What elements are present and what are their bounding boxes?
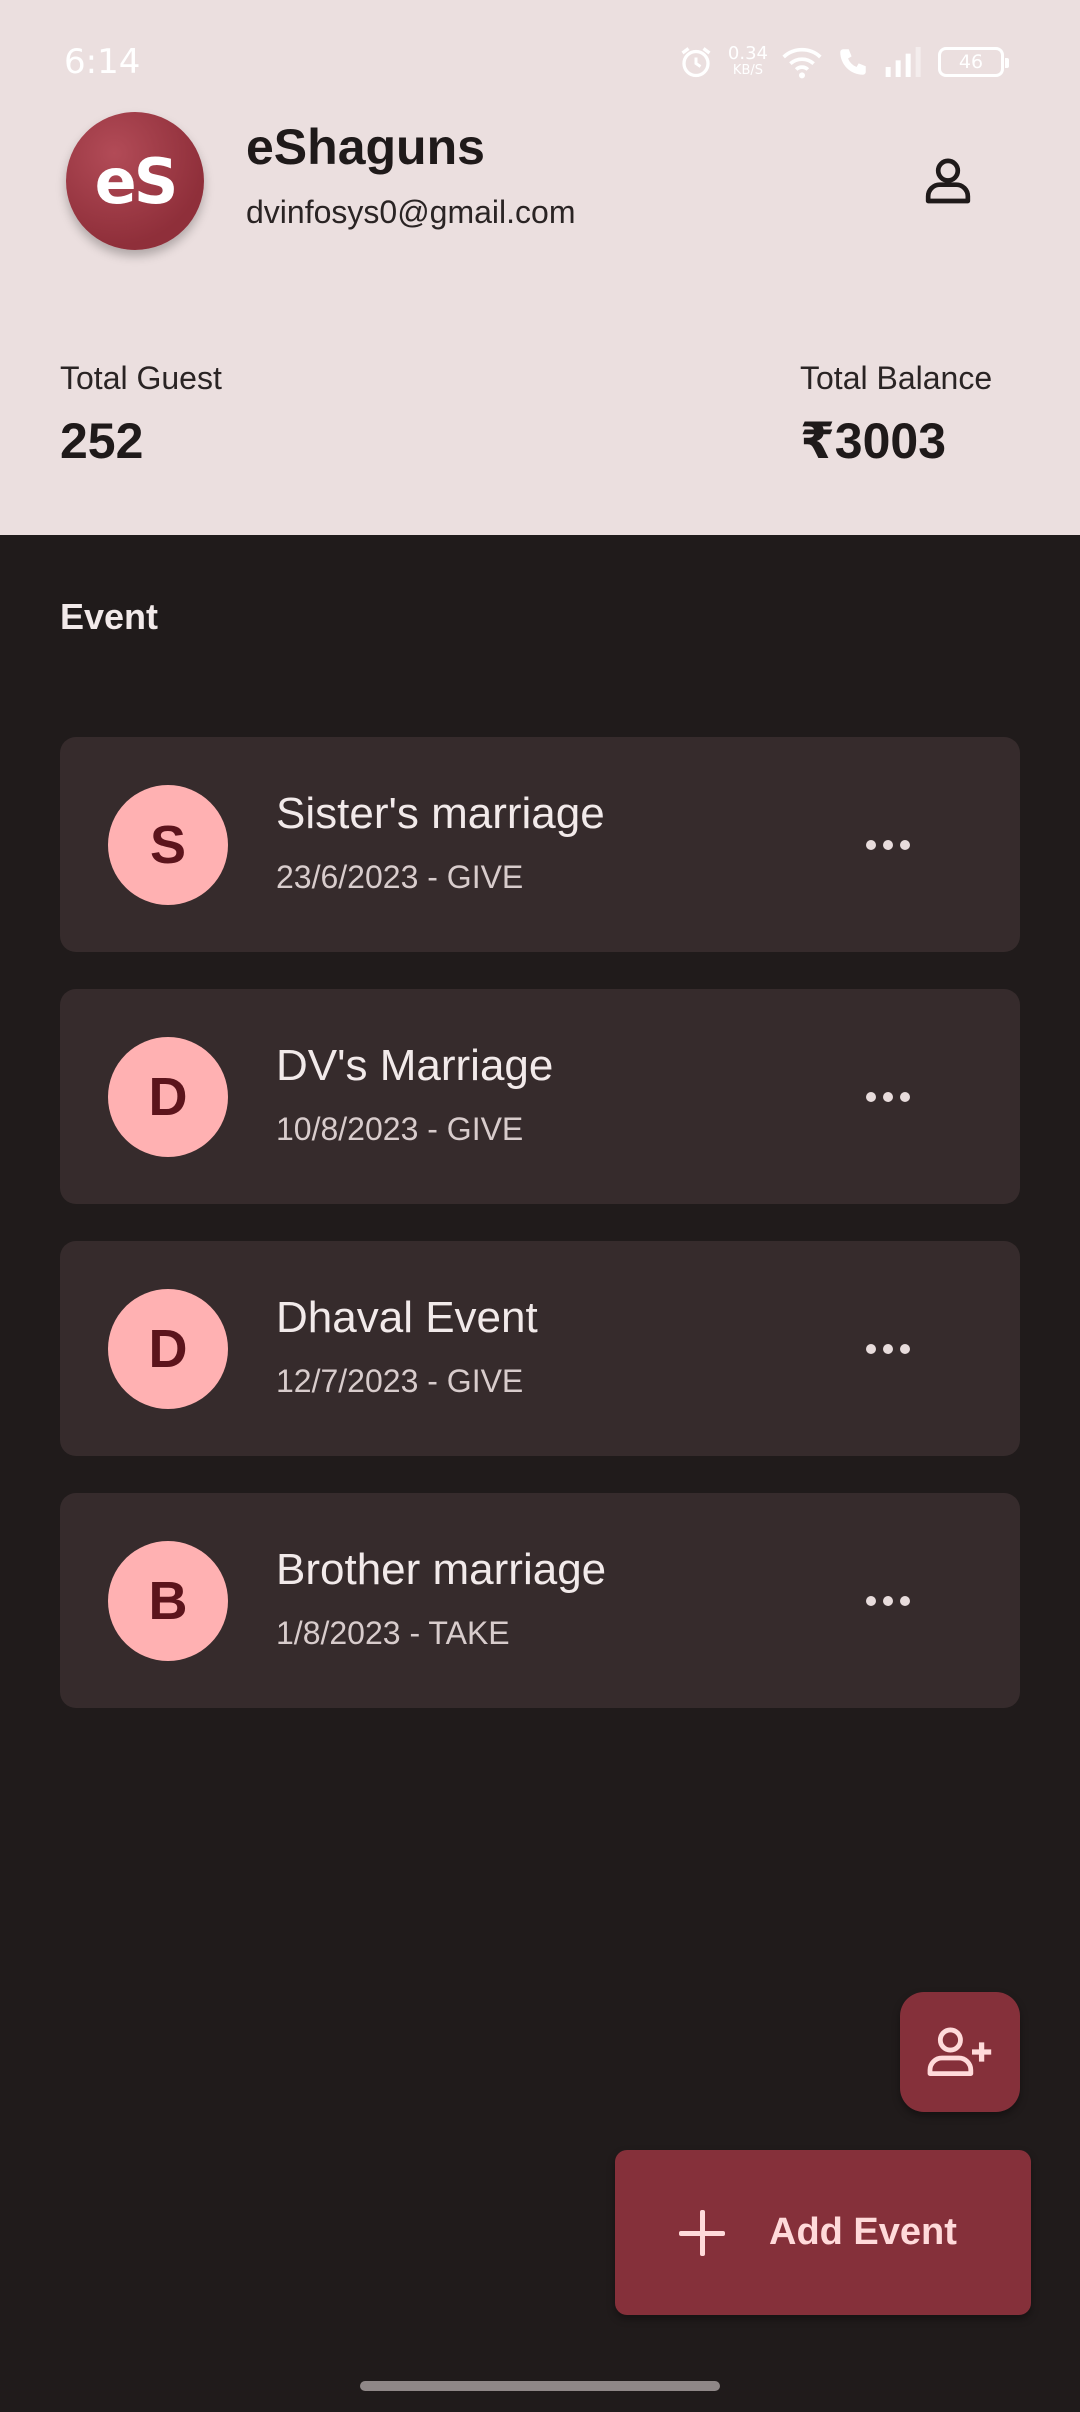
plus-icon	[675, 2206, 729, 2260]
event-name: Sister's marriage	[276, 789, 605, 838]
add-event-label: Add Event	[769, 2211, 957, 2253]
more-options-icon[interactable]	[852, 821, 924, 869]
user-email: dvinfosys0@gmail.com	[246, 194, 576, 230]
profile-button[interactable]	[900, 140, 996, 220]
section-title: Event	[60, 596, 159, 637]
app-name: eShaguns	[246, 119, 485, 175]
event-initial-avatar: D	[108, 1289, 228, 1409]
event-card[interactable]: S Sister's marriage 23/6/2023 - GIVE	[60, 737, 1020, 952]
event-list: S Sister's marriage 23/6/2023 - GIVE D D…	[60, 737, 1020, 1745]
network-speed: 0.34 KB/S	[728, 45, 768, 79]
signal-icon	[885, 47, 921, 77]
add-event-button[interactable]: Add Event	[615, 2150, 1031, 2315]
total-guest-label: Total Guest	[60, 360, 222, 396]
event-initial-avatar: D	[108, 1037, 228, 1157]
network-speed-unit: KB/S	[732, 63, 763, 78]
event-name: Dhaval Event	[276, 1293, 538, 1342]
event-card[interactable]: B Brother marriage 1/8/2023 - TAKE	[60, 1493, 1020, 1708]
status-bar: 6:14 0.34 KB/S 46	[0, 0, 1080, 120]
more-options-icon[interactable]	[852, 1325, 924, 1373]
person-add-icon	[927, 2027, 992, 2076]
wifi-icon	[782, 47, 822, 79]
event-card[interactable]: D DV's Marriage 10/8/2023 - GIVE	[60, 989, 1020, 1204]
battery-indicator: 46	[938, 47, 1009, 77]
add-guest-button[interactable]	[900, 1992, 1020, 2112]
total-balance-label: Total Balance	[800, 360, 993, 396]
call-icon	[840, 49, 866, 75]
event-card[interactable]: D Dhaval Event 12/7/2023 - GIVE	[60, 1241, 1020, 1456]
app-avatar[interactable]: eS	[66, 112, 204, 250]
status-time: 6:14	[64, 42, 141, 82]
event-initial-avatar: S	[108, 785, 228, 905]
event-date-type: 23/6/2023 - GIVE	[276, 859, 524, 895]
person-icon	[925, 158, 971, 204]
more-options-icon[interactable]	[852, 1577, 924, 1625]
more-options-icon[interactable]	[852, 1073, 924, 1121]
event-initial-avatar: B	[108, 1541, 228, 1661]
status-icons: 0.34 KB/S 46	[678, 40, 1009, 84]
alarm-icon	[681, 47, 711, 78]
home-indicator[interactable]	[360, 2381, 720, 2391]
event-name: Brother marriage	[276, 1545, 607, 1594]
event-name: DV's Marriage	[276, 1041, 554, 1090]
total-balance-value: ₹3003	[800, 413, 947, 469]
network-speed-value: 0.34	[727, 43, 768, 64]
event-date-type: 1/8/2023 - TAKE	[276, 1615, 510, 1651]
header: 6:14 0.34 KB/S 46 eS eShaguns dvinfosys0…	[0, 0, 1080, 535]
total-guest-value: 252	[60, 413, 144, 469]
event-date-type: 12/7/2023 - GIVE	[276, 1363, 524, 1399]
event-date-type: 10/8/2023 - GIVE	[276, 1111, 524, 1147]
